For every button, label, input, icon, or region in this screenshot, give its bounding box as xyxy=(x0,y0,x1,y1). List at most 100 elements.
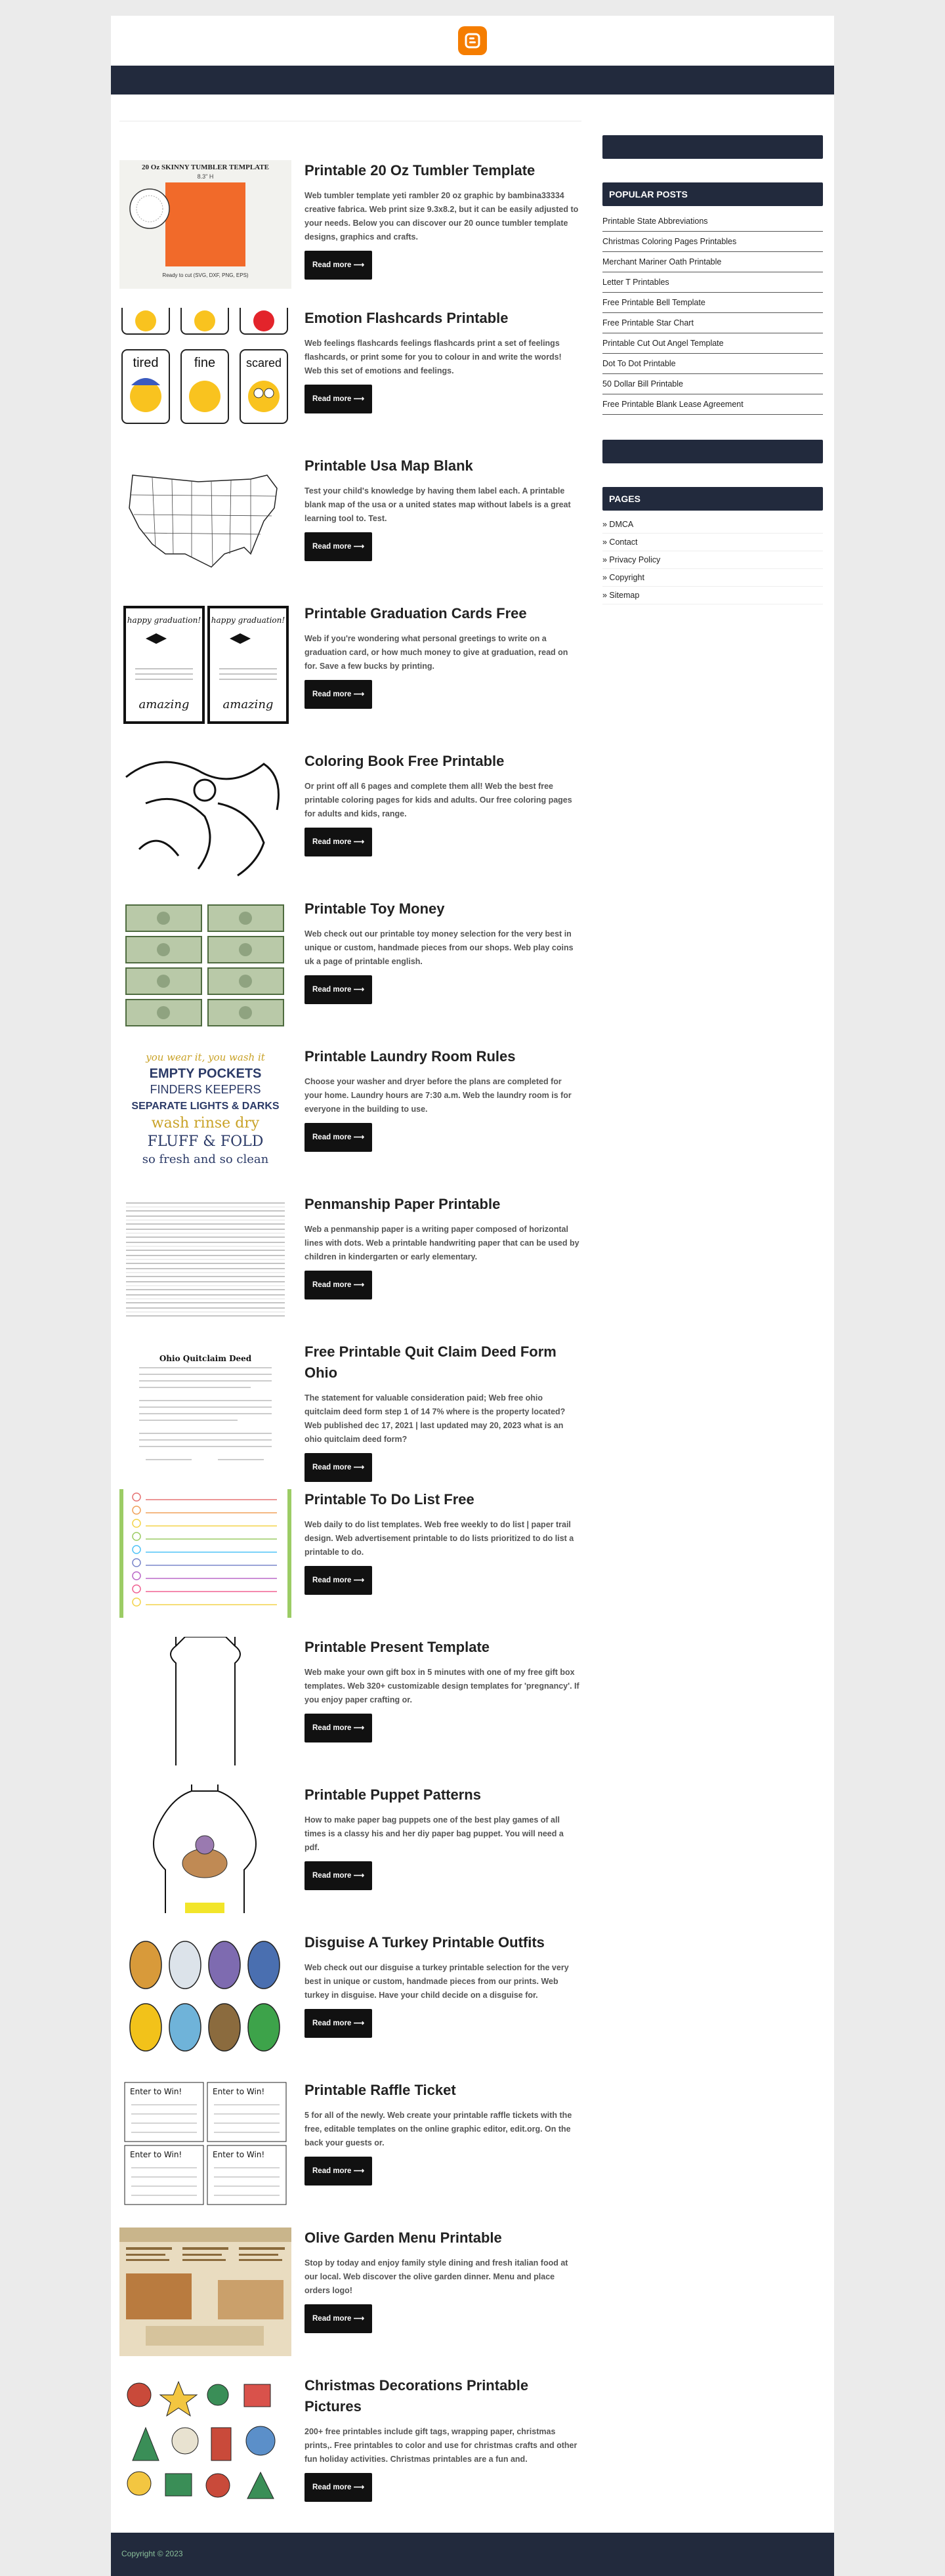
read-more-button[interactable]: Read more ⟶ xyxy=(304,2157,373,2185)
post-item: Printable To Do List Free Web daily to d… xyxy=(119,1489,581,1634)
laundry-line: you wear it, you wash it xyxy=(145,1051,266,1063)
raffle-label: Enter to Win! xyxy=(213,2150,264,2159)
page-link-sitemap[interactable]: » Sitemap xyxy=(602,587,823,604)
laundry-line: EMPTY POCKETS xyxy=(150,1066,262,1081)
post-excerpt: Web check out our disguise a turkey prin… xyxy=(304,1963,569,2000)
popular-post-link[interactable]: Free Printable Star Chart xyxy=(602,313,823,333)
popular-post-link[interactable]: Free Printable Blank Lease Agreement xyxy=(602,394,823,415)
read-more-button[interactable]: Read more ⟶ xyxy=(304,385,373,413)
popular-posts-list: Printable State Abbreviations Christmas … xyxy=(602,211,823,415)
post-thumbnail[interactable]: Enter to Win! Enter to Win! Enter to Win! E… xyxy=(119,2080,291,2208)
deed-heading: Ohio Quitclaim Deed xyxy=(159,1354,252,1363)
pages-title: PAGES xyxy=(602,487,823,511)
read-more-button[interactable]: Read more ⟶ xyxy=(304,2304,373,2333)
read-more-button[interactable]: Read more ⟶ xyxy=(304,251,373,280)
blogger-icon[interactable] xyxy=(458,26,487,55)
post-item: Coloring Book Free Printable Or print of… xyxy=(119,751,581,895)
post-title[interactable]: Printable Toy Money xyxy=(304,898,580,919)
post-item: Ohio Quitclaim Deed Free Printable Quit … xyxy=(119,1341,581,1486)
post-title[interactable]: Printable Usa Map Blank xyxy=(304,455,580,476)
post-title[interactable]: Printable Puppet Patterns xyxy=(304,1784,580,1805)
popular-post-link[interactable]: Printable State Abbreviations xyxy=(602,211,823,232)
read-more-button[interactable]: Read more ⟶ xyxy=(304,1271,373,1299)
post-thumbnail[interactable] xyxy=(119,1784,291,1913)
post-item: Printable Puppet Patterns How to make pa… xyxy=(119,1784,581,1929)
popular-post-link[interactable]: Printable Cut Out Angel Template xyxy=(602,333,823,354)
post-title[interactable]: Printable Graduation Cards Free xyxy=(304,603,580,624)
card-word: amazing xyxy=(139,698,190,711)
card-heading: happy graduation! xyxy=(127,616,201,625)
page-link-copyright[interactable]: » Copyright xyxy=(602,569,823,587)
popular-post-link[interactable]: Christmas Coloring Pages Printables xyxy=(602,232,823,252)
laundry-line: FLUFF & FOLD xyxy=(148,1133,264,1150)
post-thumbnail[interactable] xyxy=(119,1194,291,1322)
post-title[interactable]: Emotion Flashcards Printable xyxy=(304,308,580,329)
post-excerpt: Web feelings flashcards feelings flashca… xyxy=(304,339,562,375)
post-title[interactable]: Printable Present Template xyxy=(304,1637,580,1658)
post-thumbnail[interactable] xyxy=(119,751,291,879)
post-excerpt: Choose your washer and dryer before the … xyxy=(304,1077,572,1114)
tumbler-heading: 20 Oz SKINNY TUMBLER TEMPLATE xyxy=(142,163,269,171)
card-word: scared xyxy=(246,356,282,370)
nav-bar xyxy=(111,66,834,95)
post-thumbnail[interactable] xyxy=(119,455,291,584)
post-title[interactable]: Coloring Book Free Printable xyxy=(304,751,580,772)
popular-post-link[interactable]: Letter T Printables xyxy=(602,272,823,293)
sidebar-search-box[interactable] xyxy=(602,135,823,159)
post-thumbnail[interactable] xyxy=(119,2375,291,2504)
sidebar: POPULAR POSTS Printable State Abbreviati… xyxy=(602,135,823,604)
post-excerpt: Stop by today and enjoy family style din… xyxy=(304,2258,568,2295)
post-thumbnail[interactable] xyxy=(119,2228,291,2356)
read-more-button[interactable]: Read more ⟶ xyxy=(304,680,373,709)
page-link-contact[interactable]: » Contact xyxy=(602,534,823,551)
post-thumbnail[interactable] xyxy=(119,1637,291,1765)
post-thumbnail[interactable]: tired fine scared xyxy=(119,308,291,436)
popular-post-link[interactable]: 50 Dollar Bill Printable xyxy=(602,374,823,394)
post-item: tired fine scared Emotion Flashcards Pri… xyxy=(119,308,581,452)
post-title[interactable]: Disguise A Turkey Printable Outfits xyxy=(304,1932,580,1953)
read-more-button[interactable]: Read more ⟶ xyxy=(304,2473,373,2502)
post-excerpt: Web a penmanship paper is a writing pape… xyxy=(304,1225,579,1261)
post-item: you wear it, you wash it EMPTY POCKETS F… xyxy=(119,1046,581,1191)
read-more-button[interactable]: Read more ⟶ xyxy=(304,532,373,561)
popular-post-link[interactable]: Dot To Dot Printable xyxy=(602,354,823,374)
post-title[interactable]: Printable 20 Oz Tumbler Template xyxy=(304,160,580,181)
post-thumbnail[interactable]: happy graduation! happy graduation! amaz… xyxy=(119,603,291,732)
post-title[interactable]: Printable To Do List Free xyxy=(304,1489,580,1510)
popular-post-link[interactable]: Merchant Mariner Oath Printable xyxy=(602,252,823,272)
post-title[interactable]: Printable Raffle Ticket xyxy=(304,2080,580,2101)
read-more-button[interactable]: Read more ⟶ xyxy=(304,1566,373,1595)
tumbler-size: 8.3" H xyxy=(198,173,214,180)
post-title[interactable]: Christmas Decorations Printable Pictures xyxy=(304,2375,580,2417)
post-title[interactable]: Printable Laundry Room Rules xyxy=(304,1046,580,1067)
post-item: Printable Usa Map Blank Test your child'… xyxy=(119,455,581,600)
post-title[interactable]: Free Printable Quit Claim Deed Form Ohio xyxy=(304,1341,580,1383)
post-excerpt: Web make your own gift box in 5 minutes … xyxy=(304,1668,579,1704)
post-title[interactable]: Penmanship Paper Printable xyxy=(304,1194,580,1215)
page-link-dmca[interactable]: » DMCA xyxy=(602,516,823,534)
read-more-button[interactable]: Read more ⟶ xyxy=(304,975,373,1004)
post-thumbnail[interactable] xyxy=(119,1932,291,2061)
popular-post-link[interactable]: Free Printable Bell Template xyxy=(602,293,823,313)
post-thumbnail[interactable] xyxy=(119,898,291,1027)
post-thumbnail[interactable]: you wear it, you wash it EMPTY POCKETS F… xyxy=(119,1046,291,1175)
post-excerpt: 5 for all of the newly. Web create your … xyxy=(304,2111,572,2147)
post-item: 20 Oz SKINNY TUMBLER TEMPLATE 8.3" H Rea… xyxy=(119,160,581,305)
read-more-button[interactable]: Read more ⟶ xyxy=(304,828,373,856)
read-more-button[interactable]: Read more ⟶ xyxy=(304,1123,373,1152)
read-more-button[interactable]: Read more ⟶ xyxy=(304,1861,373,1890)
post-thumbnail[interactable] xyxy=(119,1489,291,1618)
post-item: Printable Toy Money Web check out our pr… xyxy=(119,898,581,1043)
post-thumbnail[interactable]: Ohio Quitclaim Deed xyxy=(119,1341,291,1470)
post-item: Printable Present Template Web make your… xyxy=(119,1637,581,1781)
laundry-line: FINDERS KEEPERS xyxy=(150,1083,261,1096)
read-more-button[interactable]: Read more ⟶ xyxy=(304,1714,373,1742)
post-title[interactable]: Olive Garden Menu Printable xyxy=(304,2228,580,2249)
laundry-line: SEPARATE LIGHTS & DARKS xyxy=(131,1101,280,1112)
read-more-button[interactable]: Read more ⟶ xyxy=(304,1453,373,1482)
page-link-privacy[interactable]: » Privacy Policy xyxy=(602,551,823,569)
card-word: tired xyxy=(133,356,159,370)
post-thumbnail[interactable]: 20 Oz SKINNY TUMBLER TEMPLATE 8.3" H Rea… xyxy=(119,160,291,289)
post-excerpt: Web check out our printable toy money se… xyxy=(304,929,574,966)
read-more-button[interactable]: Read more ⟶ xyxy=(304,2009,373,2038)
